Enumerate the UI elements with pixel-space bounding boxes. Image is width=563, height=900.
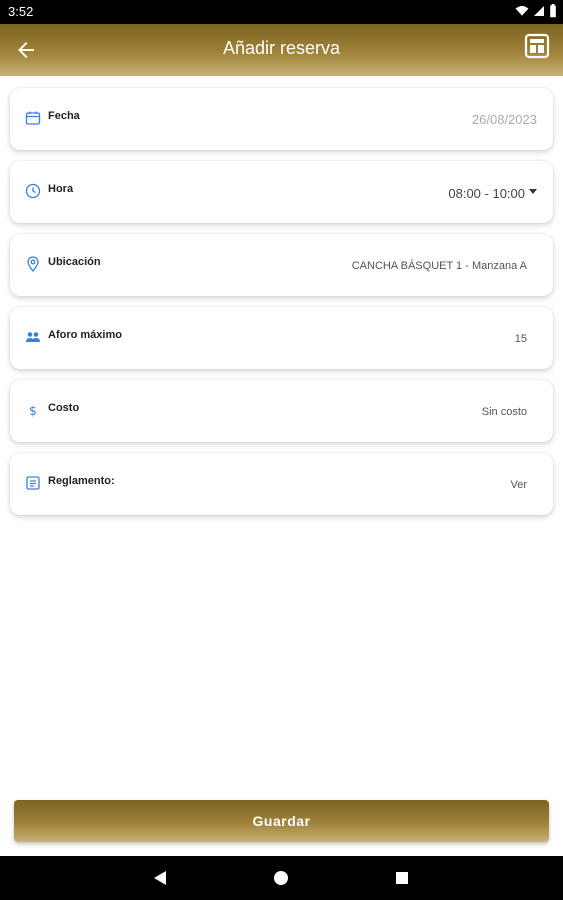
status-time: 3:52 — [8, 4, 34, 19]
navigation-bar — [0, 856, 563, 900]
nav-recents-icon[interactable] — [396, 872, 408, 884]
time-field[interactable]: Hora 08:00 - 10:00 — [10, 161, 553, 223]
date-field[interactable]: Fecha 26/08/2023 — [10, 88, 553, 150]
view-rules-link[interactable]: Ver — [510, 479, 527, 491]
status-bar: 3:52 — [0, 0, 563, 24]
location-pin-icon — [27, 256, 39, 272]
location-value: CANCHA BÁSQUET 1 - Manzana A — [351, 260, 527, 272]
capacity-label: Aforo máximo — [48, 329, 122, 341]
date-label: Fecha — [48, 110, 80, 122]
cost-label: Costo — [48, 402, 80, 414]
cost-field[interactable]: $ Costo Sin costo — [10, 380, 553, 442]
time-value[interactable]: 08:00 - 10:00 — [448, 186, 525, 201]
app-bar: Añadir reserva — [0, 24, 563, 76]
people-icon — [26, 332, 40, 342]
date-value[interactable]: 26/08/2023 — [472, 112, 537, 127]
nav-home-icon[interactable] — [274, 871, 288, 885]
signal-icon — [534, 6, 544, 16]
location-field[interactable]: Ubicación CANCHA BÁSQUET 1 - Manzana A — [10, 234, 553, 296]
calendar-view-icon[interactable] — [523, 32, 551, 60]
rules-field[interactable]: Reglamento: Ver — [10, 453, 553, 515]
capacity-field[interactable]: Aforo máximo 15 — [10, 307, 553, 369]
svg-text:$: $ — [29, 404, 37, 418]
status-icons — [515, 4, 557, 18]
nav-back-icon[interactable] — [154, 871, 166, 885]
capacity-value: 15 — [514, 333, 527, 345]
save-button[interactable]: Guardar — [14, 800, 549, 842]
document-icon — [26, 476, 40, 490]
wifi-icon — [515, 6, 529, 16]
calendar-icon — [25, 111, 41, 125]
clock-icon — [25, 183, 41, 199]
rules-label: Reglamento: — [48, 475, 115, 487]
dropdown-arrow-icon[interactable] — [529, 189, 537, 194]
page-title: Añadir reserva — [222, 38, 341, 58]
battery-icon — [550, 4, 556, 18]
cost-value: Sin costo — [481, 406, 527, 418]
dollar-icon: $ — [29, 404, 37, 418]
location-label: Ubicación — [48, 256, 101, 268]
time-label: Hora — [48, 183, 74, 195]
